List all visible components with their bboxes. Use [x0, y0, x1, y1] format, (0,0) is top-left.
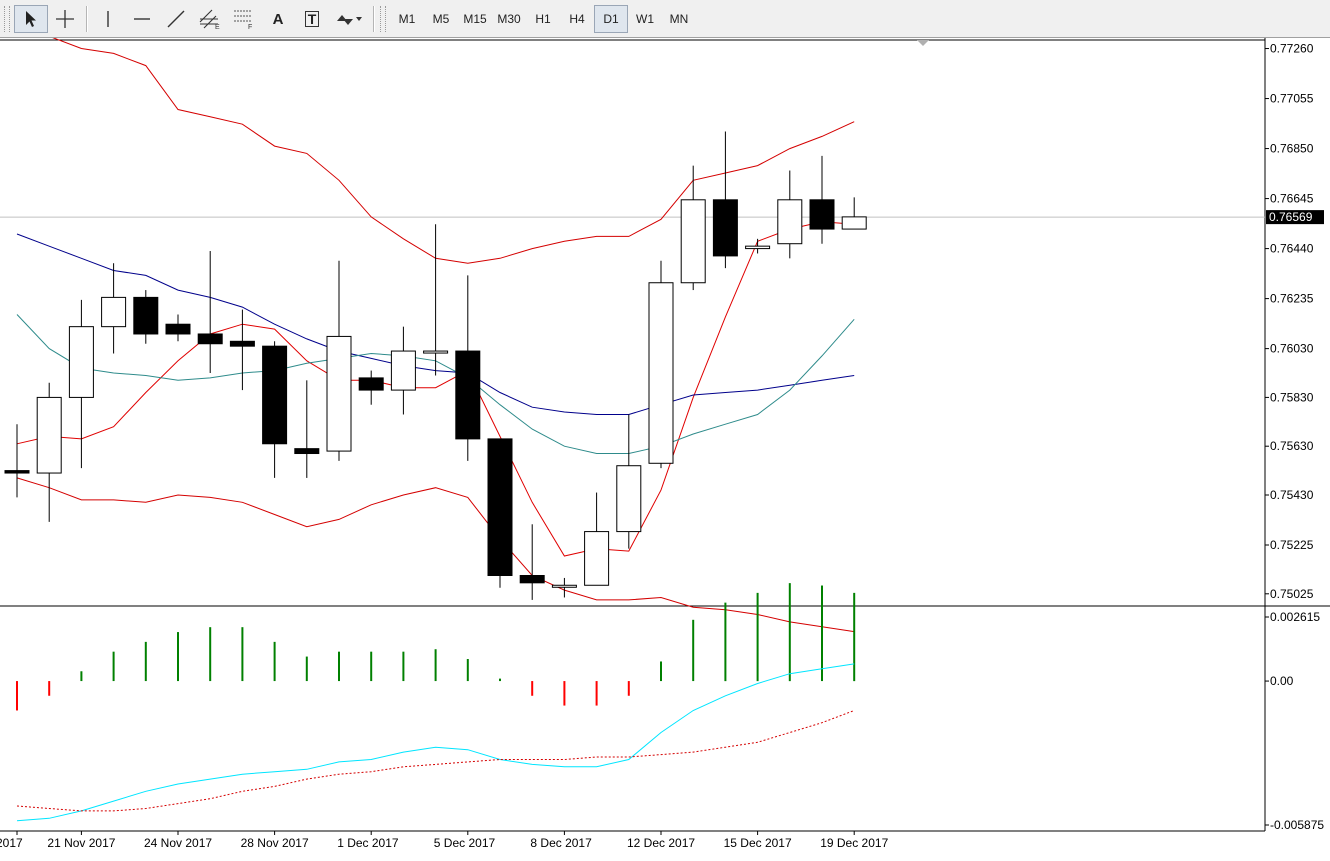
svg-text:F: F — [248, 24, 252, 30]
cursor-arrow-icon[interactable] — [14, 5, 48, 33]
oscillator-tick-label: 0.002615 — [1270, 610, 1320, 624]
text-label-icon-glyph: T — [304, 11, 320, 27]
trendline-icon[interactable] — [159, 5, 193, 33]
price-tick-label: 0.76030 — [1270, 342, 1314, 356]
oscillator-dotted-line — [16, 710, 855, 812]
candle-body-bull — [423, 350, 449, 354]
toolbar-buttons: E F A T M1 M5 M15 M30 H1 H4 D1 W1 MN — [2, 4, 696, 34]
horizontal-line-icon[interactable] — [125, 5, 159, 33]
candle-body-bear — [455, 350, 481, 440]
candle-body-bull — [68, 326, 94, 398]
price-tick-label: 0.75630 — [1270, 439, 1314, 453]
price-tick-label: 0.76850 — [1270, 142, 1314, 156]
timeframe-d1-button[interactable]: D1 — [594, 5, 628, 33]
candle-body-bull — [584, 531, 610, 586]
timeframe-m30-button[interactable]: M30 — [492, 5, 526, 33]
price-axis: 0.77260 0.77055 0.76850 0.76645 0.76440 0.762… — [1265, 42, 1324, 601]
candle-body-bull — [616, 465, 642, 533]
candle-body-bear — [229, 340, 255, 347]
candle — [487, 438, 513, 588]
vertical-line-icon[interactable] — [91, 5, 125, 33]
chart-area: 0.77260 0.77055 0.76850 0.76645 0.76440 0.762… — [0, 33, 1330, 856]
text-icon[interactable]: A — [261, 5, 295, 33]
price-tick-label: 0.77260 — [1270, 42, 1314, 56]
price-tick-label: 0.75025 — [1270, 587, 1314, 601]
candle — [648, 260, 674, 469]
toolbar-grip[interactable] — [4, 6, 10, 32]
timeframe-m1-button[interactable]: M1 — [390, 5, 424, 33]
candle-body-bull — [326, 335, 352, 452]
timeframe-w1-button[interactable]: W1 — [628, 5, 662, 33]
price-tick-label: 0.75225 — [1270, 538, 1314, 552]
price-chart[interactable]: 0.77260 0.77055 0.76850 0.76645 0.76440 0.762… — [0, 33, 1330, 856]
text-label-icon[interactable]: T — [295, 5, 329, 33]
crosshair-icon[interactable] — [48, 5, 82, 33]
candle-body-bull — [841, 216, 867, 230]
equidistant-channel-icon[interactable]: E — [193, 5, 227, 33]
candle-body-bear — [519, 575, 545, 584]
time-tick-label: 1 Dec 2017 — [337, 836, 399, 850]
candle-body-bear — [4, 470, 30, 474]
price-tick-label: 0.77055 — [1270, 92, 1314, 106]
chart-toolbar: E F A T M1 M5 M15 M30 H1 H4 D1 W1 MN — [0, 0, 1330, 38]
svg-text:E: E — [215, 24, 220, 30]
current-price-label: 0.76569 — [1269, 210, 1313, 224]
oscillator-tick-label: 0.00 — [1270, 674, 1294, 688]
candle-body-bull — [36, 396, 62, 474]
candle-body-bull — [551, 584, 577, 588]
candle-body-bull — [101, 296, 127, 328]
time-tick-label: 15 Dec 2017 — [724, 836, 792, 850]
price-tick-label: 0.75830 — [1270, 390, 1314, 404]
candle-body-bull — [777, 199, 803, 245]
time-axis: 2017 21 Nov 2017 24 Nov 2017 28 Nov 2017 1 D… — [0, 831, 889, 850]
timeframe-h4-button[interactable]: H4 — [560, 5, 594, 33]
candle-body-bear — [712, 199, 738, 257]
time-tick-label: 24 Nov 2017 — [144, 836, 212, 850]
candle-body-bear — [133, 296, 159, 335]
oscillator-panel: 0.002615 0.00 -0.005875 — [16, 583, 1324, 832]
time-tick-label: 19 Dec 2017 — [820, 836, 888, 850]
timeframe-mn-button[interactable]: MN — [662, 5, 696, 33]
candle-body-bull — [745, 245, 771, 250]
time-tick-label: 2017 — [0, 836, 23, 850]
candle-body-bull — [680, 199, 706, 284]
timeframe-h1-button[interactable]: H1 — [526, 5, 560, 33]
candle-body-bull — [648, 282, 674, 464]
timeframe-buttons: M1 M5 M15 M30 H1 H4 D1 W1 MN — [390, 5, 696, 33]
candle-body-bear — [487, 438, 513, 577]
candle-body-bull — [390, 350, 416, 391]
time-tick-label: 21 Nov 2017 — [47, 836, 115, 850]
toolbar-separator — [373, 6, 374, 32]
timeframe-m15-button[interactable]: M15 — [458, 5, 492, 33]
time-tick-label: 12 Dec 2017 — [627, 836, 695, 850]
price-tick-label: 0.76235 — [1270, 292, 1314, 306]
time-tick-label: 28 Nov 2017 — [241, 836, 309, 850]
oscillator-tick-label: -0.005875 — [1270, 818, 1324, 832]
candle-body-bear — [165, 323, 191, 335]
fibonacci-retracement-icon[interactable]: F — [227, 5, 261, 33]
candle-body-bear — [358, 377, 384, 391]
price-tick-label: 0.76645 — [1270, 192, 1314, 206]
time-tick-label: 5 Dec 2017 — [434, 836, 496, 850]
price-tick-label: 0.75430 — [1270, 488, 1314, 502]
candle-body-bear — [262, 345, 288, 445]
text-icon-glyph: A — [272, 10, 284, 28]
price-tick-label: 0.76440 — [1270, 242, 1314, 256]
time-tick-label: 8 Dec 2017 — [530, 836, 592, 850]
toolbar-separator — [86, 6, 87, 32]
toolbar-grip[interactable] — [380, 6, 386, 32]
candle-body-bear — [294, 448, 320, 455]
candle-body-bear — [809, 199, 835, 230]
candle-body-bear — [197, 333, 223, 345]
timeframe-m5-button[interactable]: M5 — [424, 5, 458, 33]
arrows-dropdown-icon[interactable] — [329, 5, 369, 33]
oscillator-signal-line — [16, 663, 855, 822]
